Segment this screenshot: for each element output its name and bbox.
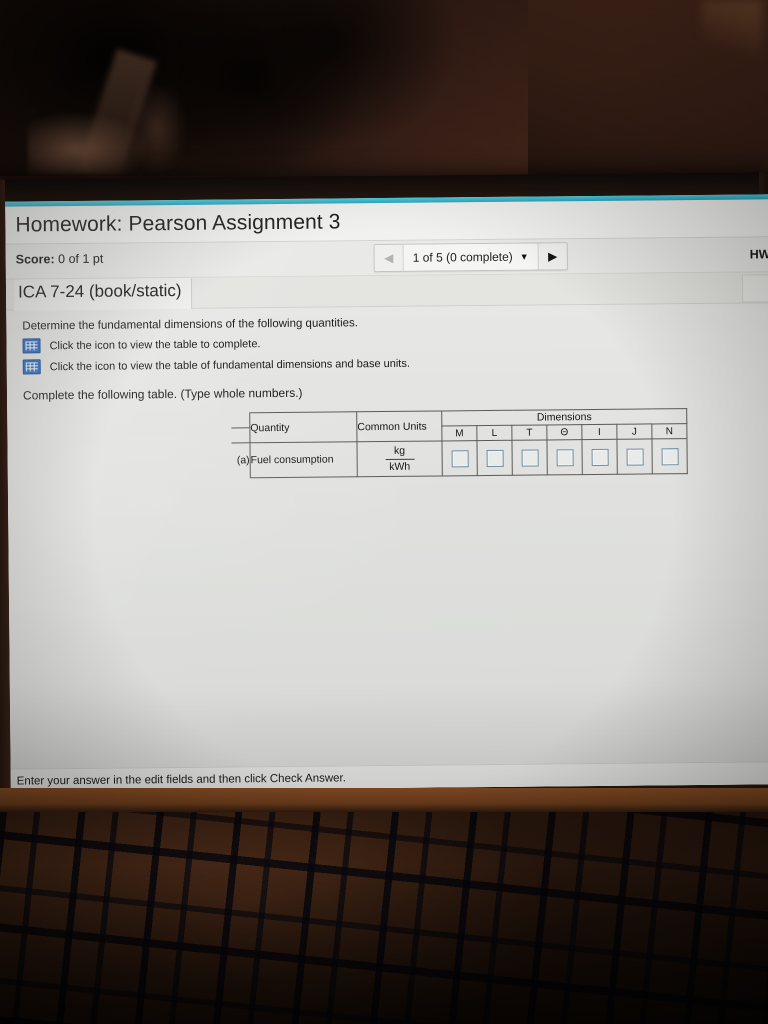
answer-input-I[interactable] bbox=[591, 448, 609, 466]
question-body: Determine the fundamental dimensions of … bbox=[6, 303, 768, 769]
tab-extra-panel[interactable] bbox=[741, 274, 768, 303]
answer-input-N[interactable] bbox=[661, 447, 679, 465]
next-question-arrow-icon[interactable]: ▶ bbox=[537, 243, 567, 270]
table-corner-blank-2 bbox=[231, 427, 250, 443]
answer-input-M[interactable] bbox=[451, 449, 469, 467]
score-label: Score: bbox=[15, 252, 55, 267]
answer-input-L[interactable] bbox=[486, 449, 504, 467]
column-header-common-units: Common Units bbox=[356, 410, 442, 442]
plaid-fabric-background bbox=[0, 812, 768, 1024]
background-highlight bbox=[702, 0, 762, 70]
cell-answer-J[interactable] bbox=[616, 438, 653, 475]
fabric-shading bbox=[0, 812, 768, 1024]
question-position-label: 1 of 5 (0 complete) bbox=[412, 249, 513, 265]
cell-answer-N[interactable] bbox=[651, 438, 688, 474]
background-room bbox=[0, 0, 768, 186]
laptop-screen: Homework: Pearson Assignment 3 Score: 0 … bbox=[5, 194, 768, 792]
laptop-body: Homework: Pearson Assignment 3 Score: 0 … bbox=[0, 172, 768, 820]
column-header-dim-N: N bbox=[651, 423, 687, 439]
column-header-dim-T: T bbox=[511, 424, 547, 441]
unit-denominator: kWh bbox=[389, 460, 411, 473]
previous-question-arrow-icon[interactable]: ◀ bbox=[374, 244, 404, 272]
row-label-a: (a) bbox=[231, 442, 251, 478]
answer-input-J[interactable] bbox=[626, 448, 644, 466]
answer-input-T[interactable] bbox=[521, 449, 539, 467]
table-icon[interactable] bbox=[22, 338, 41, 354]
cell-answer-I[interactable] bbox=[581, 439, 618, 475]
table-icon[interactable] bbox=[22, 359, 41, 375]
cell-common-units: kg kWh bbox=[356, 440, 443, 477]
answer-table-wrapper: Quantity Common Units Dimensions M L T Θ bbox=[231, 408, 688, 478]
column-header-dim-M: M bbox=[441, 425, 477, 441]
unit-numerator: kg bbox=[385, 445, 415, 460]
answer-input-Theta[interactable] bbox=[556, 448, 574, 466]
photo-of-laptop-screen: Homework: Pearson Assignment 3 Score: 0 … bbox=[0, 0, 768, 1024]
question-position-dropdown[interactable]: 1 of 5 (0 complete) ▼ bbox=[403, 243, 538, 271]
score-text: Score: 0 of 1 pt bbox=[16, 252, 104, 267]
answer-table: Quantity Common Units Dimensions M L T Θ bbox=[231, 408, 688, 478]
column-header-dim-Theta: Θ bbox=[546, 424, 582, 440]
table-corner-blank bbox=[231, 412, 250, 428]
table-row: (a) Fuel consumption kg kWh bbox=[231, 438, 688, 478]
column-header-quantity: Quantity bbox=[249, 411, 357, 443]
question-instruction: Complete the following table. (Type whol… bbox=[22, 385, 303, 403]
pearson-mylab-page: Homework: Pearson Assignment 3 Score: 0 … bbox=[5, 199, 768, 792]
hw-score-label-clipped: HW bbox=[749, 247, 768, 262]
cell-answer-M[interactable] bbox=[441, 440, 478, 476]
score-value: 0 of 1 pt bbox=[58, 251, 104, 267]
column-header-dim-I: I bbox=[581, 424, 617, 440]
cell-answer-T[interactable] bbox=[511, 439, 548, 476]
cell-quantity-fuel-consumption: Fuel consumption bbox=[249, 441, 358, 478]
cell-answer-Theta[interactable] bbox=[546, 439, 583, 475]
tab-exercise-ica-7-24[interactable]: ICA 7-24 (book/static) bbox=[13, 277, 193, 312]
background-dark-shape bbox=[178, 0, 358, 176]
popup-link-label-1[interactable]: Click the icon to view the table to comp… bbox=[49, 338, 260, 352]
unit-fraction: kg kWh bbox=[385, 445, 415, 473]
cell-answer-L[interactable] bbox=[476, 440, 513, 476]
background-leg-shape bbox=[128, 80, 186, 176]
column-header-dim-J: J bbox=[616, 423, 652, 440]
chevron-down-icon[interactable]: ▼ bbox=[520, 252, 529, 262]
column-header-dim-L: L bbox=[476, 425, 512, 441]
question-navigator[interactable]: ◀ 1 of 5 (0 complete) ▼ ▶ bbox=[373, 242, 568, 273]
